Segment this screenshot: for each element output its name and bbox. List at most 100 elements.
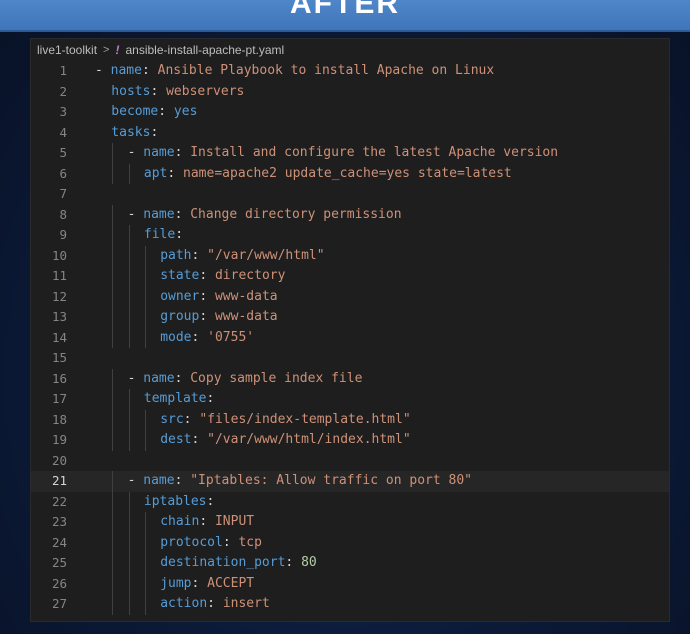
code-line[interactable]: 17 template: xyxy=(31,389,669,410)
code-line[interactable]: 8 - name: Change directory permission xyxy=(31,204,669,226)
code-line[interactable]: 12 owner: www-data xyxy=(31,286,669,308)
line-number: 6 xyxy=(59,165,67,181)
line-number: 17 xyxy=(51,391,67,406)
indent-guide xyxy=(128,573,130,594)
code-text: protocol: tcp xyxy=(160,533,262,554)
code-text: src: "files/index-template.html" xyxy=(160,410,410,431)
line-number: 26 xyxy=(51,575,67,591)
code-token: tasks xyxy=(111,124,151,140)
code-line[interactable]: 14 mode: '0755' xyxy=(31,327,669,348)
indent-guide xyxy=(128,389,130,410)
code-token: Ansible Playbook to install Apache on Li… xyxy=(157,63,495,78)
code-token: : xyxy=(285,555,302,570)
code-token: "files/index-template.html" xyxy=(199,411,411,427)
indent-guide xyxy=(112,163,114,184)
code-token: webservers xyxy=(166,83,245,99)
code-text: owner: www-data xyxy=(160,287,277,308)
code-token: : xyxy=(191,247,208,263)
indent-guide xyxy=(112,286,114,307)
breadcrumb-file[interactable]: ansible-install-apache-pt.yaml xyxy=(125,43,284,57)
line-number: 8 xyxy=(59,206,67,222)
code-text: - name: Install and configure the latest… xyxy=(128,143,558,164)
code-line[interactable]: 9 file: xyxy=(31,225,669,246)
indent-guide xyxy=(112,204,114,225)
line-number: 27 xyxy=(51,596,67,611)
code-text: destination_port: 80 xyxy=(160,553,317,574)
line-number: 18 xyxy=(51,411,67,427)
indent-guide xyxy=(144,532,146,553)
code-token: "Iptables: Allow traffic on port 80" xyxy=(190,473,472,488)
code-text: - name: Change directory permission xyxy=(128,205,402,226)
code-line[interactable]: 5 - name: Install and configure the lates… xyxy=(31,143,669,164)
code-line[interactable]: 4 tasks: xyxy=(31,123,669,144)
code-line[interactable]: 22 iptables: xyxy=(31,491,669,512)
code-token: src xyxy=(160,411,184,427)
code-line[interactable]: 7 xyxy=(31,184,669,205)
indent-guide xyxy=(112,368,114,389)
code-token: state xyxy=(160,268,200,283)
code-line[interactable]: 11 state: directory xyxy=(31,266,669,287)
code-token: www-data xyxy=(214,288,278,304)
code-token: Change directory permission xyxy=(190,206,402,222)
line-number: 4 xyxy=(59,124,67,140)
code-token: ACCEPT xyxy=(207,575,255,591)
code-line[interactable]: 16 - name: Copy sample index file xyxy=(31,368,669,389)
code-text: - name: Ansible Playbook to install Apac… xyxy=(95,61,494,82)
code-line[interactable]: 27 action: insert xyxy=(31,594,669,615)
indent-guide xyxy=(112,471,114,492)
code-token: name=apache2 update_cache=yes state=late… xyxy=(183,165,512,181)
code-token: become xyxy=(111,104,159,119)
code-token: : xyxy=(174,206,191,222)
code-line[interactable]: 19 dest: "/var/www/html/index.html" xyxy=(31,430,669,451)
code-token: name xyxy=(143,473,175,488)
code-line[interactable]: 1 - name: Ansible Playbook to install Apa… xyxy=(31,61,669,82)
indent-guide xyxy=(128,430,130,451)
code-line[interactable]: 3 become: yes xyxy=(31,102,669,123)
code-line[interactable]: 10 path: "/var/www/html" xyxy=(31,245,669,266)
indent-guide xyxy=(128,286,130,307)
code-line[interactable]: 20 xyxy=(31,451,669,472)
indent-guide xyxy=(128,245,130,266)
code-line[interactable]: 2 hosts: webservers xyxy=(31,82,669,103)
line-number: 14 xyxy=(51,329,67,345)
indent-guide xyxy=(144,307,146,328)
indent-guide xyxy=(128,163,130,184)
code-token: - xyxy=(127,206,144,222)
code-line[interactable]: 24 protocol: tcp xyxy=(31,532,669,554)
code-token: : xyxy=(183,411,200,427)
indent-guide xyxy=(112,307,114,328)
code-line[interactable]: 18 src: "files/index-template.html" xyxy=(31,409,669,431)
line-number: 10 xyxy=(51,247,67,263)
line-number: 13 xyxy=(51,309,67,324)
code-token: directory xyxy=(214,268,286,283)
indent-guide xyxy=(112,225,114,246)
line-number: 3 xyxy=(59,104,67,119)
indent-guide xyxy=(112,553,114,574)
code-token: : xyxy=(150,124,159,140)
code-editor: live1-toolkit > ! ansible-install-apache… xyxy=(30,38,670,622)
title-banner: AFTER xyxy=(0,0,690,32)
code-text: template: xyxy=(144,389,214,410)
code-token: yes xyxy=(173,104,198,119)
code-area[interactable]: 1 - name: Ansible Playbook to install Apa… xyxy=(31,61,669,615)
code-line[interactable]: 13 group: www-data xyxy=(31,307,669,328)
code-line[interactable]: 26 jump: ACCEPT xyxy=(31,573,669,594)
code-text: state: directory xyxy=(160,266,285,287)
code-token: file xyxy=(143,227,176,242)
yaml-file-icon: ! xyxy=(115,43,120,57)
code-line[interactable]: 15 xyxy=(31,348,669,369)
indent-guide xyxy=(144,266,146,287)
code-line[interactable]: 21 - name: "Iptables: Allow traffic on po… xyxy=(31,471,669,492)
code-line[interactable]: 25 destination_port: 80 xyxy=(31,553,669,574)
code-token: name xyxy=(143,370,175,386)
code-line[interactable]: 6 apt: name=apache2 update_cache=yes stat… xyxy=(31,163,669,184)
code-token: Copy sample index file xyxy=(190,370,363,386)
indent-guide xyxy=(112,409,114,430)
code-line[interactable]: 23 chain: INPUT xyxy=(31,512,669,533)
breadcrumb-folder[interactable]: live1-toolkit xyxy=(37,43,97,57)
indent-guide xyxy=(144,553,146,574)
code-token: - xyxy=(127,370,144,386)
code-token: : xyxy=(141,63,158,78)
line-number: 23 xyxy=(51,514,67,529)
line-number: 2 xyxy=(59,83,67,99)
